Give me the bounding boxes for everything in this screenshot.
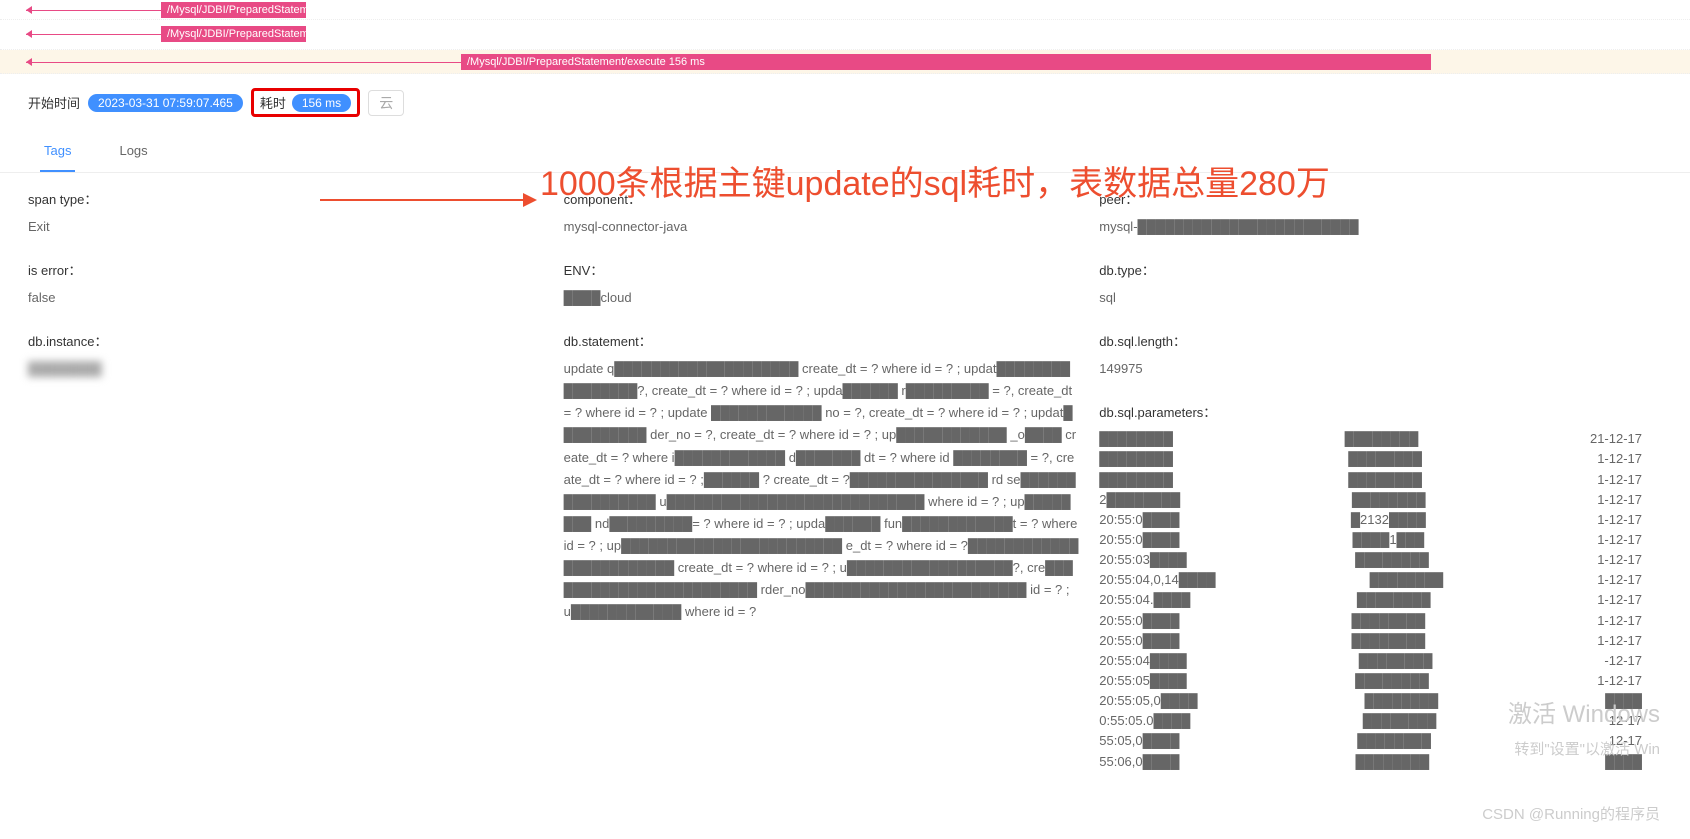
param-row: 20:55:04.████████████1-12-17 — [1099, 590, 1642, 610]
param-row: 20:55:0████████████1-12-17 — [1099, 611, 1642, 631]
trace-bar[interactable]: /Mysql/JDBI/PreparedStatement/execute 24… — [161, 2, 306, 18]
param-row: 55:05,0████████████12-17 — [1099, 731, 1642, 751]
tabs: Tags Logs — [0, 131, 1690, 173]
tab-logs[interactable]: Logs — [115, 131, 151, 172]
db-type-label: db.type： — [1099, 260, 1642, 279]
trace-connector — [26, 34, 161, 35]
db-instance-label: db.instance： — [28, 331, 544, 350]
details-col-right: peer： mysql-████████████████████████ db.… — [1099, 189, 1662, 794]
trace-connector — [26, 62, 461, 63]
param-row: 2████████████████1-12-17 — [1099, 490, 1642, 510]
param-row: 20:55:0█████2132████1-12-17 — [1099, 510, 1642, 530]
duration-badge: 156 ms — [292, 94, 351, 112]
param-row: 20:55:04████████████-12-17 — [1099, 651, 1642, 671]
is-error-label: is error： — [28, 260, 544, 279]
trace-bar-selected[interactable]: /Mysql/JDBI/PreparedStatement/execute 15… — [461, 54, 1431, 70]
db-sql-parameters-label: db.sql.parameters： — [1099, 402, 1642, 421]
peer-value: mysql-████████████████████████ — [1099, 216, 1642, 238]
param-row: ████████████████1-12-17 — [1099, 470, 1642, 490]
trace-waterfall: /Mysql/JDBI/PreparedStatement/execute 24… — [0, 0, 1690, 74]
component-label: component： — [564, 189, 1080, 208]
peer-label: peer： — [1099, 189, 1642, 208]
param-row: 20:55:03████████████1-12-17 — [1099, 550, 1642, 570]
start-time-label: 开始时间 — [28, 93, 80, 112]
param-row: 20:55:05████████████1-12-17 — [1099, 671, 1642, 691]
env-label: ENV： — [564, 260, 1080, 279]
param-row: ████████████████21-12-17 — [1099, 429, 1642, 449]
param-row: 0:55:05.0████████████12-17 — [1099, 711, 1642, 731]
duration-highlight-box: 耗时 156 ms — [251, 88, 360, 117]
db-sql-parameters-value: ████████████████21-12-17████████████████… — [1099, 429, 1642, 771]
param-row: 20:55:05,0████████████████ — [1099, 691, 1642, 711]
is-error-value: false — [28, 287, 544, 309]
db-statement-label: db.statement： — [564, 331, 1080, 350]
trace-connector — [26, 10, 161, 11]
details-panel: span type： Exit is error： false db.insta… — [0, 173, 1690, 810]
param-row: ████████████████1-12-17 — [1099, 449, 1642, 469]
param-row: 55:06,0████████████████ — [1099, 752, 1642, 772]
db-sql-length-label: db.sql.length： — [1099, 331, 1642, 350]
start-time-badge: 2023-03-31 07:59:07.465 — [88, 94, 243, 112]
tab-tags[interactable]: Tags — [40, 131, 75, 172]
param-row: 20:55:0████████████1-12-17 — [1099, 631, 1642, 651]
details-col-left: span type： Exit is error： false db.insta… — [28, 189, 564, 794]
trace-row-selected[interactable]: /Mysql/JDBI/PreparedStatement/execute 15… — [0, 50, 1690, 74]
info-bar: 开始时间 2023-03-31 07:59:07.465 耗时 156 ms 云 — [0, 74, 1690, 131]
details-col-mid: component： mysql-connector-java ENV： ███… — [564, 189, 1100, 794]
env-value: ████cloud — [564, 287, 1080, 309]
param-row: 20:55:0████████1███1-12-17 — [1099, 530, 1642, 550]
trace-row[interactable]: /Mysql/JDBI/PreparedStatement/execute 24… — [0, 0, 1690, 20]
param-row: 20:55:04,0,14████████████1-12-17 — [1099, 570, 1642, 590]
db-statement-value: update q████████████████████ create_dt =… — [564, 358, 1080, 623]
trace-row[interactable]: /Mysql/JDBI/PreparedStatement/execute 24… — [0, 20, 1690, 50]
annotation-arrow-icon — [320, 199, 535, 201]
span-type-value: Exit — [28, 216, 544, 238]
db-instance-value: ████████ — [28, 358, 544, 380]
db-type-value: sql — [1099, 287, 1642, 309]
trace-bar[interactable]: /Mysql/JDBI/PreparedStatement/execute 24… — [161, 26, 306, 42]
component-value: mysql-connector-java — [564, 216, 1080, 238]
db-sql-length-value: 149975 — [1099, 358, 1642, 380]
cloud-icon[interactable]: 云 — [368, 90, 404, 116]
duration-label: 耗时 — [260, 93, 286, 112]
